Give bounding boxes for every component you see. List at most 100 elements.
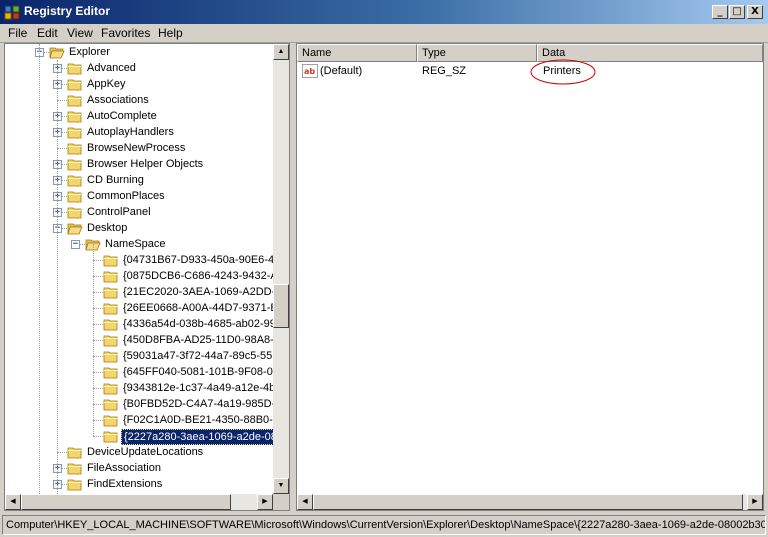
- tree-connector-line: [93, 308, 103, 309]
- tree-item[interactable]: {645FF040-5081-101B-9F08-00: [5, 364, 275, 380]
- tree-hscroll-thumb[interactable]: [21, 494, 231, 510]
- tree-item-label: {21EC2020-3AEA-1069-A2DD-0: [123, 286, 275, 298]
- folder-icon: [103, 319, 118, 331]
- menu-file[interactable]: File: [8, 26, 27, 40]
- scrollbar-corner: [273, 494, 289, 510]
- folder-icon: [67, 191, 82, 203]
- tree-item-label: DeviceUpdateLocations: [87, 446, 204, 458]
- tree-item[interactable]: + ControlPanel: [5, 204, 275, 220]
- menu-favorites[interactable]: Favorites: [101, 26, 150, 40]
- tree-item-label: Browser Helper Objects: [87, 158, 204, 170]
- list-scroll-right-arrow-icon[interactable]: ▶: [747, 494, 763, 510]
- folder-icon: [67, 479, 82, 491]
- tree-item-label: {26EE0668-A00A-44D7-9371-B: [123, 302, 275, 314]
- folder-icon: [67, 95, 82, 107]
- tree-item[interactable]: + FindExtensions: [5, 476, 275, 492]
- tree-item[interactable]: {04731B67-D933-450a-90E6-4A: [5, 252, 275, 268]
- tree-item-label: {B0FBD52D-C4A7-4a19-985D-1: [123, 398, 275, 410]
- folder-icon: [103, 335, 118, 347]
- tree-item-label: {59031a47-3f72-44a7-89c5-55: [123, 350, 273, 362]
- folder-icon: [103, 399, 118, 411]
- folder-icon: [103, 255, 118, 267]
- tree-item[interactable]: + CD Burning: [5, 172, 275, 188]
- tree-item[interactable]: {2227a280-3aea-1069-a2de-08: [5, 428, 275, 445]
- folder-icon: [49, 47, 65, 59]
- folder-icon: [103, 287, 118, 299]
- tree-connector-line: [93, 356, 103, 357]
- tree-guide-line: [57, 60, 58, 494]
- tree-item[interactable]: {9343812e-1c37-4a49-a12e-4b: [5, 380, 275, 396]
- tree-item[interactable]: + Browser Helper Objects: [5, 156, 275, 172]
- tree-item[interactable]: − Explorer: [5, 44, 275, 60]
- minimize-button[interactable]: _: [712, 5, 728, 19]
- collapse-minus-icon[interactable]: −: [71, 240, 80, 249]
- tree-item[interactable]: + FileAssociation: [5, 460, 275, 476]
- folder-icon: [103, 271, 118, 283]
- tree-item-label: {645FF040-5081-101B-9F08-00: [123, 366, 275, 378]
- list-horizontal-scrollbar[interactable]: ◀ ▶: [297, 494, 763, 510]
- scroll-right-arrow-icon[interactable]: ▶: [257, 494, 273, 510]
- tree-connector-line: [57, 148, 67, 149]
- status-bar-path: Computer\HKEY_LOCAL_MACHINE\SOFTWARE\Mic…: [2, 515, 766, 535]
- scroll-up-arrow-icon[interactable]: ▲: [273, 44, 289, 60]
- tree-item-label: {4336a54d-038b-4685-ab02-99: [123, 318, 275, 330]
- tree-item-label: Explorer: [69, 46, 110, 58]
- column-header-type[interactable]: Type: [417, 44, 537, 62]
- menu-help[interactable]: Help: [158, 26, 183, 40]
- tree-item-label: FileAssociation: [87, 462, 161, 474]
- list-hscroll-thumb[interactable]: [313, 494, 743, 510]
- column-header-name[interactable]: Name: [297, 44, 417, 62]
- tree-connector-line: [93, 260, 103, 261]
- tree-item-label: Advanced: [87, 62, 136, 74]
- tree-item[interactable]: {F02C1A0D-BE21-4350-88B0-7: [5, 412, 275, 428]
- menu-edit[interactable]: Edit: [37, 26, 58, 40]
- tree-item[interactable]: + AutoComplete: [5, 108, 275, 124]
- tree-item-label: {450D8FBA-AD25-11D0-98A8-0: [123, 334, 275, 346]
- tree-item[interactable]: {B0FBD52D-C4A7-4a19-985D-1: [5, 396, 275, 412]
- tree-connector-line: [93, 340, 103, 341]
- tree-item-label: {0875DCB6-C686-4243-9432-A: [123, 270, 275, 282]
- values-list-pane[interactable]: Name Type Data ab (Default) REG_SZ Print…: [296, 43, 764, 511]
- tree-item[interactable]: + CommonPlaces: [5, 188, 275, 204]
- tree-item[interactable]: DeviceUpdateLocations: [5, 444, 275, 460]
- key-tree-pane[interactable]: − Explorer + Advanced + AppKey Associations + Au…: [4, 43, 290, 511]
- menu-view[interactable]: View: [67, 26, 93, 40]
- tree-item[interactable]: {59031a47-3f72-44a7-89c5-55: [5, 348, 275, 364]
- value-name: (Default): [320, 65, 363, 77]
- tree-item[interactable]: {450D8FBA-AD25-11D0-98A8-0: [5, 332, 275, 348]
- tree-item[interactable]: {4336a54d-038b-4685-ab02-99: [5, 316, 275, 332]
- close-button[interactable]: X: [747, 5, 763, 19]
- tree-item[interactable]: {0875DCB6-C686-4243-9432-A: [5, 268, 275, 284]
- folder-icon: [103, 415, 118, 427]
- tree-horizontal-scrollbar[interactable]: ◀ ▶: [5, 494, 273, 510]
- folder-icon: [67, 79, 82, 91]
- tree-connector-line: [93, 276, 103, 277]
- tree-item[interactable]: BrowseNewProcess: [5, 140, 275, 156]
- tree-item[interactable]: + Advanced: [5, 60, 275, 76]
- tree-item[interactable]: Associations: [5, 92, 275, 108]
- maximize-button[interactable]: □: [729, 5, 745, 19]
- tree-item[interactable]: {21EC2020-3AEA-1069-A2DD-0: [5, 284, 275, 300]
- folder-icon: [103, 383, 118, 395]
- tree-item[interactable]: + AppKey: [5, 76, 275, 92]
- registry-app-icon: [4, 5, 20, 20]
- tree-item-label: {04731B67-D933-450a-90E6-4A: [123, 254, 275, 266]
- tree-item-label: CommonPlaces: [87, 190, 165, 202]
- folder-icon: [67, 143, 82, 155]
- folder-icon: [67, 447, 82, 459]
- tree-item-label: AutoplayHandlers: [87, 126, 174, 138]
- scroll-left-arrow-icon[interactable]: ◀: [5, 494, 21, 510]
- tree-vertical-scrollbar[interactable]: ▲ ▼: [273, 44, 289, 494]
- tree-item-label: NameSpace: [105, 238, 166, 250]
- tree-connector-line: [93, 292, 103, 293]
- title-bar[interactable]: Registry Editor _ □ X: [0, 0, 768, 24]
- list-scroll-left-arrow-icon[interactable]: ◀: [297, 494, 313, 510]
- tree-item[interactable]: − Desktop: [5, 220, 275, 236]
- scroll-down-arrow-icon[interactable]: ▼: [273, 478, 289, 494]
- tree-item[interactable]: − NameSpace: [5, 236, 275, 252]
- tree-item[interactable]: + AutoplayHandlers: [5, 124, 275, 140]
- tree-connector-line: [93, 388, 103, 389]
- tree-scroll-thumb[interactable]: [273, 284, 289, 328]
- tree-item[interactable]: {26EE0668-A00A-44D7-9371-B: [5, 300, 275, 316]
- tree-connector-line: [57, 100, 67, 101]
